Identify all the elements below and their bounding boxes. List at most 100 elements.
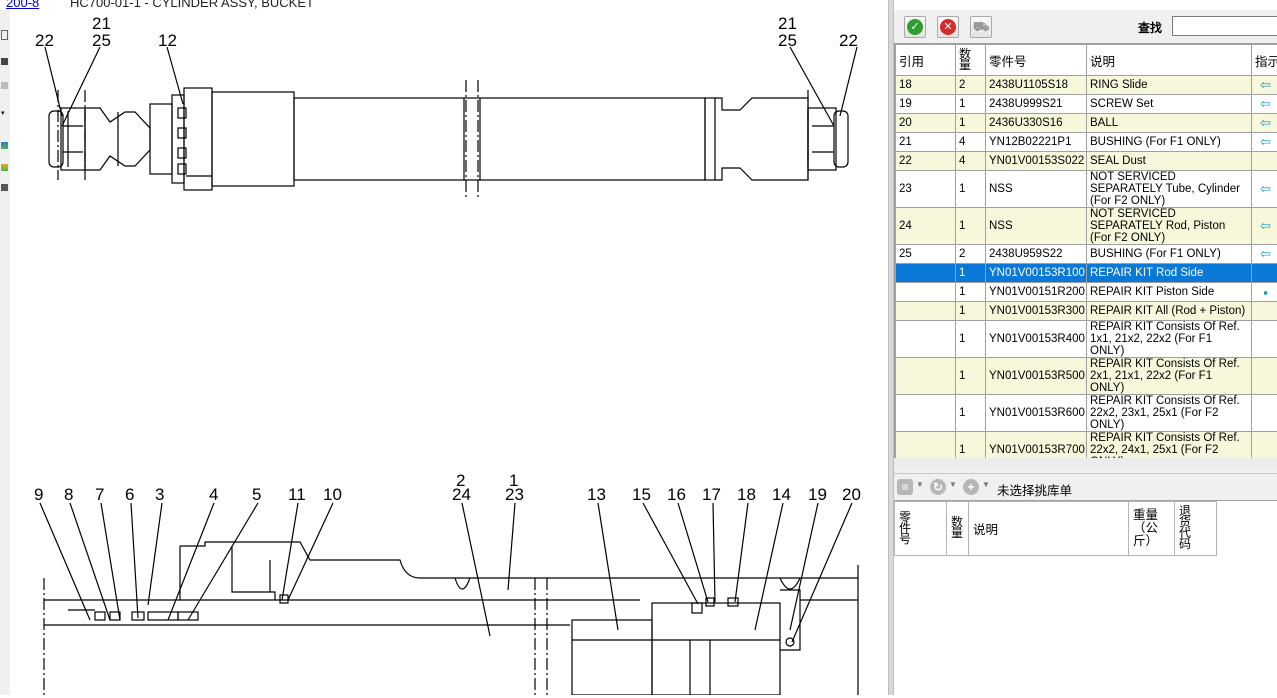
table-row[interactable]: 2012436U330S16BALL⇦ (896, 114, 1277, 133)
table-row[interactable]: 241NSSNOT SERVICED SEPARATELY Rod, Pisto… (896, 208, 1277, 245)
cell-desc: REPAIR KIT Consists Of Ref. 22x2, 23x1, … (1087, 395, 1252, 432)
layers-icon[interactable] (1, 142, 8, 149)
accept-button[interactable]: ✓ (904, 16, 926, 38)
table-row[interactable]: 1YN01V00153R600REPAIR KIT Consists Of Re… (896, 395, 1277, 432)
cell-desc: REPAIR KIT Rod Side (1087, 264, 1252, 283)
svg-text:16: 16 (667, 485, 686, 504)
cell-desc: BUSHING (For F1 ONLY) (1087, 133, 1252, 152)
title-bar: 200-8 HC700-01-1 - CYLINDER ASSY, BUCKET (0, 0, 890, 10)
cell-part-no: YN01V00151R200 (986, 283, 1087, 302)
image-icon[interactable] (1, 82, 8, 89)
x-circle-icon: ✕ (940, 19, 956, 35)
add-icon[interactable]: + (963, 479, 979, 495)
breadcrumb-link[interactable]: 200-8 (6, 0, 39, 10)
cell-indicator (1252, 395, 1277, 432)
pick-header-weight[interactable]: 重量（公斤） (1129, 502, 1175, 556)
svg-text:10: 10 (323, 485, 342, 504)
cell-desc: NOT SERVICED SEPARATELY Tube, Cylinder (… (1087, 171, 1252, 208)
cell-indicator (1252, 302, 1277, 321)
header-indicator[interactable]: 指示 (1252, 45, 1277, 76)
cell-qty: 1 (956, 264, 986, 283)
cell-part-no: YN01V00153R600 (986, 395, 1087, 432)
lower-callouts: 987 634 51110 224 123 131516 171814 1920 (34, 471, 861, 504)
cell-desc: REPAIR KIT Consists Of Ref. 22x2, 24x1, … (1087, 432, 1252, 459)
cell-indicator: ⇦ (1252, 171, 1277, 208)
cell-qty: 1 (956, 171, 986, 208)
cell-ref: 21 (896, 133, 956, 152)
horizontal-scrollbar[interactable] (894, 458, 1277, 468)
table-row[interactable]: 1YN01V00153R700REPAIR KIT Consists Of Re… (896, 432, 1277, 459)
cell-ref (896, 283, 956, 302)
svg-text:8: 8 (64, 485, 73, 504)
cell-ref: 19 (896, 95, 956, 114)
dropdown-arrow-icon[interactable]: ▾ (1, 110, 8, 117)
cell-desc: REPAIR KIT Consists Of Ref. 1x1, 21x2, 2… (1087, 321, 1252, 358)
table-row[interactable]: 1YN01V00153R500REPAIR KIT Consists Of Re… (896, 358, 1277, 395)
chevron-down-icon[interactable]: ▼ (982, 480, 990, 489)
cell-indicator: ⇦ (1252, 114, 1277, 133)
cell-ref: 18 (896, 76, 956, 95)
check-circle-icon: ✓ (907, 19, 923, 35)
cell-desc: REPAIR KIT Piston Side (1087, 283, 1252, 302)
cell-ref: 22 (896, 152, 956, 171)
header-ref[interactable]: 引用 (896, 45, 956, 76)
database-icon[interactable]: ≡ (897, 479, 913, 495)
svg-text:18: 18 (737, 485, 756, 504)
svg-text:12: 12 (158, 31, 177, 50)
table-row[interactable]: 1YN01V00153R400REPAIR KIT Consists Of Re… (896, 321, 1277, 358)
cell-indicator: ⇦ (1252, 245, 1277, 264)
header-part-no[interactable]: 零件号 (986, 45, 1087, 76)
cell-desc: RING Slide (1087, 76, 1252, 95)
table-row[interactable]: 224YN01V00153S022SEAL Dust (896, 152, 1277, 171)
cell-desc: BALL (1087, 114, 1252, 133)
header-desc[interactable]: 说明 (1087, 45, 1252, 76)
header-qty[interactable]: 数量 (956, 45, 986, 76)
cell-desc: SCREW Set (1087, 95, 1252, 114)
svg-text:4: 4 (209, 485, 218, 504)
table-row[interactable]: 1912438U999S21SCREW Set⇦ (896, 95, 1277, 114)
table-row[interactable]: 1YN01V00151R200REPAIR KIT Piston Side▪ (896, 283, 1277, 302)
svg-text:19: 19 (808, 485, 827, 504)
cell-ref (896, 264, 956, 283)
cell-desc: SEAL Dust (1087, 152, 1252, 171)
cell-ref (896, 321, 956, 358)
cell-part-no: NSS (986, 171, 1087, 208)
cell-part-no: YN01V00153S022 (986, 152, 1087, 171)
svg-text:7: 7 (95, 485, 104, 504)
cancel-button[interactable]: ✕ (937, 16, 959, 38)
cell-qty: 1 (956, 358, 986, 395)
cell-indicator: ▪ (1252, 283, 1277, 302)
page-icon[interactable] (1, 30, 8, 40)
pick-list-table: 零件号 数量 说明 重量（公斤） 退货代码 (894, 501, 1217, 556)
table-row[interactable]: 231NSSNOT SERVICED SEPARATELY Tube, Cyli… (896, 171, 1277, 208)
chevron-down-icon[interactable]: ▼ (949, 480, 957, 489)
cell-qty: 1 (956, 395, 986, 432)
chevron-down-icon[interactable]: ▼ (916, 480, 924, 489)
grid-icon[interactable] (1, 184, 8, 191)
print-icon[interactable] (1, 58, 8, 65)
cell-qty: 1 (956, 283, 986, 302)
table-row[interactable]: 1YN01V00153R300REPAIR KIT All (Rod + Pis… (896, 302, 1277, 321)
table-row[interactable]: 214YN12B02221P1BUSHING (For F1 ONLY)⇦ (896, 133, 1277, 152)
cell-ref: 23 (896, 171, 956, 208)
exploded-diagram[interactable]: 22 2125 12 2125 22 (10, 10, 888, 695)
svg-text:24: 24 (452, 485, 471, 504)
page-title: HC700-01-1 - CYLINDER ASSY, BUCKET (70, 0, 314, 10)
table-row[interactable]: 1YN01V00153R100REPAIR KIT Rod Side (896, 264, 1277, 283)
color-icon[interactable] (1, 164, 8, 171)
svg-text:6: 6 (125, 485, 134, 504)
cell-part-no: 2438U1105S18 (986, 76, 1087, 95)
search-input[interactable] (1172, 16, 1277, 36)
cell-ref (896, 358, 956, 395)
pick-header-qty[interactable]: 数量 (947, 502, 969, 556)
refresh-icon[interactable]: ↻ (930, 479, 946, 495)
table-row[interactable]: 1822438U1105S18RING Slide⇦ (896, 76, 1277, 95)
pick-header-part-no[interactable]: 零件号 (895, 502, 947, 556)
add-to-cart-button[interactable]: ⛟ (970, 16, 992, 38)
table-row[interactable]: 2522438U959S22BUSHING (For F1 ONLY)⇦ (896, 245, 1277, 264)
pick-list-status: 未选择挑库单 (997, 480, 1072, 499)
cell-qty: 1 (956, 95, 986, 114)
pick-header-return-code[interactable]: 退货代码 (1175, 502, 1217, 556)
upper-view (45, 47, 857, 200)
pick-header-desc[interactable]: 说明 (969, 502, 1129, 556)
